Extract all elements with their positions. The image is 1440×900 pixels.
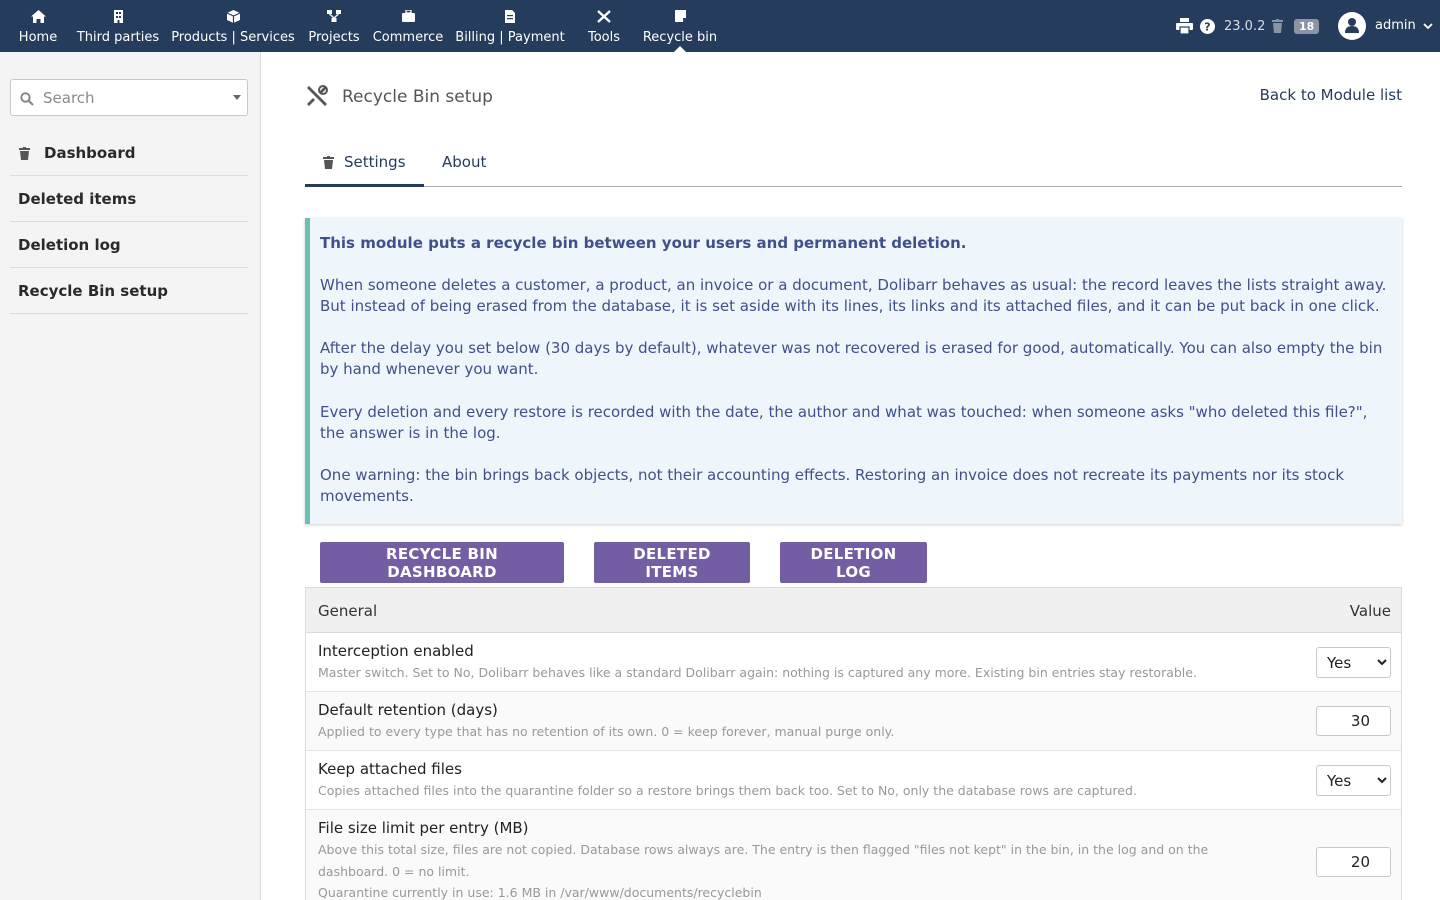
tab-about[interactable]: About (424, 142, 504, 187)
sidebar-item-label: Dashboard (44, 144, 136, 162)
setting-description: Above this total size, files are not cop… (318, 842, 1209, 879)
nav-label: Billing | Payment (455, 30, 565, 45)
tab-label: Settings (344, 153, 406, 171)
sidebar-item-deletion-log[interactable]: Deletion log (10, 222, 248, 268)
left-sidebar: Dashboard Deleted items Deletion log Rec… (0, 52, 261, 900)
setting-description: Copies attached files into the quarantin… (318, 783, 1137, 798)
setting-label: Default retention (days) (318, 701, 498, 719)
sidebar-item-dashboard[interactable]: Dashboard (10, 130, 248, 176)
setting-label: Keep attached files (318, 760, 462, 778)
building-icon (73, 10, 163, 24)
chevron-down-icon (1423, 18, 1433, 33)
bin-count-badge[interactable]: 18 (1294, 16, 1320, 36)
nav-label: Home (18, 30, 58, 45)
top-navbar: Home Third parties Products | Services P… (0, 0, 1440, 52)
interception-enabled-select[interactable]: Yes (1316, 647, 1391, 678)
table-row: Keep attached files Copies attached file… (306, 751, 1401, 810)
nav-label: Products | Services (171, 30, 295, 45)
avatar (1338, 11, 1366, 40)
info-paragraph: When someone deletes a customer, a produ… (320, 276, 1387, 315)
file-size-limit-input[interactable] (1316, 847, 1391, 877)
help-icon[interactable]: ? (1200, 16, 1215, 36)
search-icon (20, 91, 34, 110)
nav-label: Tools (587, 30, 621, 45)
table-row: File size limit per entry (MB) Above thi… (306, 810, 1401, 900)
project-icon (303, 10, 365, 24)
username: admin (1375, 18, 1416, 33)
trash-icon[interactable] (1272, 16, 1283, 36)
table-row: Default retention (days) Applied to ever… (306, 692, 1401, 751)
sidebar-item-label: Deletion log (18, 236, 121, 254)
page-title: Recycle Bin setup (342, 87, 493, 107)
search-input[interactable] (43, 86, 223, 110)
nav-recycle-bin[interactable]: Recycle bin (638, 0, 722, 52)
nav-projects[interactable]: Projects (303, 0, 365, 52)
nav-tools[interactable]: Tools (578, 0, 630, 52)
nav-label: Third parties (76, 30, 160, 45)
recycle-bin-dashboard-button[interactable]: RECYCLE BIN DASHBOARD (320, 542, 564, 583)
nav-label: Recycle bin (642, 30, 718, 45)
briefcase-icon (370, 10, 446, 24)
sidebar-search[interactable] (10, 79, 248, 116)
invoice-icon (451, 10, 569, 24)
nav-label: Projects (308, 30, 360, 45)
column-header-value: Value (1349, 602, 1391, 620)
header-tools: ? 23.0.2 18 admin (1170, 0, 1440, 52)
svg-text:?: ? (1204, 20, 1210, 33)
sidebar-item-setup[interactable]: Recycle Bin setup (10, 268, 248, 314)
setting-description: Master switch. Set to No, Dolibarr behav… (318, 665, 1197, 680)
tab-bar: Settings About (305, 142, 1402, 187)
nav-commerce[interactable]: Commerce (370, 0, 446, 52)
user-menu[interactable]: admin (1338, 10, 1433, 41)
setting-label: Interception enabled (318, 642, 474, 660)
recycle-bin-icon (638, 10, 722, 24)
info-paragraph: After the delay you set below (30 days b… (320, 339, 1383, 378)
main-content: Recycle Bin setup Back to Module list Se… (305, 52, 1402, 900)
trash-icon (323, 155, 334, 173)
default-retention-input[interactable] (1316, 706, 1391, 736)
badge-count: 18 (1294, 18, 1320, 34)
tab-label: About (442, 153, 487, 171)
sidebar-item-label: Recycle Bin setup (18, 282, 168, 300)
version-text: 23.0.2 (1224, 18, 1266, 34)
quarantine-usage-text: Quarantine currently in use: 1.6 MB in /… (318, 885, 762, 900)
tab-settings[interactable]: Settings (305, 142, 424, 187)
sidebar-item-label: Deleted items (18, 190, 137, 208)
print-icon[interactable] (1176, 16, 1193, 36)
nav-products[interactable]: Products | Services (168, 0, 298, 52)
nav-billing[interactable]: Billing | Payment (451, 0, 569, 52)
keep-attached-files-select[interactable]: Yes (1316, 765, 1391, 796)
tools-icon (305, 84, 329, 112)
trash-icon (19, 146, 30, 164)
deleted-items-button[interactable]: DELETED ITEMS (594, 542, 750, 583)
tools-icon (578, 10, 630, 24)
info-box: This module puts a recycle bin between y… (305, 218, 1402, 524)
table-row: Interception enabled Master switch. Set … (306, 633, 1401, 692)
nav-home[interactable]: Home (8, 0, 68, 52)
table-header: General Value (306, 588, 1401, 633)
home-icon (8, 10, 68, 24)
sidebar-item-deleted-items[interactable]: Deleted items (10, 176, 248, 222)
setting-label: File size limit per entry (MB) (318, 819, 529, 837)
setting-description: Applied to every type that has no retent… (318, 724, 895, 739)
info-paragraph: Every deletion and every restore is reco… (320, 403, 1368, 442)
column-header-general: General (318, 602, 378, 620)
nav-third-parties[interactable]: Third parties (73, 0, 163, 52)
settings-table: General Value Interception enabled Maste… (305, 587, 1402, 900)
info-paragraph: One warning: the bin brings back objects… (320, 466, 1345, 505)
info-heading: This module puts a recycle bin between y… (320, 234, 967, 252)
nav-label: Commerce (372, 30, 444, 45)
cube-icon (168, 10, 298, 24)
deletion-log-button[interactable]: DELETION LOG (780, 542, 927, 583)
back-to-module-list-link[interactable]: Back to Module list (1260, 86, 1402, 104)
chevron-down-icon[interactable] (233, 95, 241, 100)
